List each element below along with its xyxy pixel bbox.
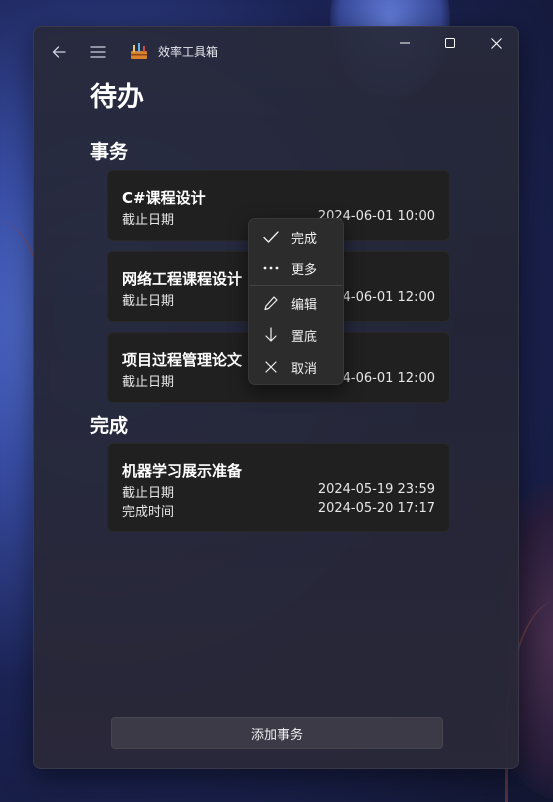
menu-item-label: 编辑: [291, 297, 318, 313]
task-title: 项目过程管理论文: [122, 351, 243, 369]
menu-item-label: 更多: [291, 262, 318, 278]
completed-task-card[interactable]: 机器学习展示准备 截止日期 2024-05-19 23:59 完成时间 2024…: [107, 443, 450, 532]
context-menu: 完成 更多 编辑 置底 取消: [248, 218, 344, 385]
maximize-icon: [445, 38, 455, 48]
x-icon: [257, 352, 285, 382]
maximize-button[interactable]: [427, 27, 473, 59]
finished-value: 2024-05-20 17:17: [317, 501, 435, 516]
menu-item-label: 取消: [291, 361, 318, 377]
task-deadline-row: 截止日期 2024-05-19 23:59: [122, 482, 435, 501]
task-title: 机器学习展示准备: [122, 462, 243, 480]
deadline-value: 2024-05-19 23:59: [317, 482, 435, 497]
title-bar[interactable]: 效率工具箱: [34, 27, 518, 75]
task-title: 网络工程课程设计: [122, 270, 243, 288]
menu-item-cancel[interactable]: 取消: [253, 352, 339, 382]
pencil-icon: [257, 288, 285, 318]
menu-separator: [249, 285, 343, 286]
app-window: 效率工具箱 待办 事务 C#课程设计 截止日期 2024-06-01 10:00…: [33, 26, 519, 769]
menu-item-bottom[interactable]: 置底: [253, 320, 339, 350]
menu-item-label: 完成: [291, 231, 318, 247]
toolbox-app-icon: [131, 43, 147, 59]
page-title: 待办: [90, 82, 144, 113]
minimize-button[interactable]: [382, 27, 428, 59]
hamburger-menu-icon: [90, 46, 106, 58]
down-arrow-icon: [257, 320, 285, 350]
section-title-done: 完成: [90, 415, 129, 437]
more-dots-icon: [257, 253, 285, 283]
task-title: C#课程设计: [122, 189, 206, 207]
menu-item-more[interactable]: 更多: [253, 253, 339, 283]
close-button[interactable]: [473, 27, 518, 59]
task-finished-row: 完成时间 2024-05-20 17:17: [122, 501, 435, 520]
finished-label: 完成时间: [122, 505, 175, 520]
back-arrow-icon: [52, 46, 66, 58]
checkmark-icon: [257, 222, 285, 252]
close-icon: [490, 37, 502, 49]
menu-item-complete[interactable]: 完成: [253, 222, 339, 252]
deadline-label: 截止日期: [122, 294, 175, 309]
deadline-label: 截止日期: [122, 213, 175, 228]
section-title-todo: 事务: [90, 141, 129, 163]
add-task-button[interactable]: 添加事务: [111, 717, 443, 749]
minimize-icon: [400, 42, 410, 44]
app-title: 效率工具箱: [158, 45, 219, 59]
deadline-label: 截止日期: [122, 375, 175, 390]
back-button[interactable]: [44, 37, 74, 67]
deadline-label: 截止日期: [122, 486, 175, 501]
menu-item-edit[interactable]: 编辑: [253, 288, 339, 318]
nav-menu-button[interactable]: [83, 37, 113, 67]
menu-item-label: 置底: [291, 329, 318, 345]
